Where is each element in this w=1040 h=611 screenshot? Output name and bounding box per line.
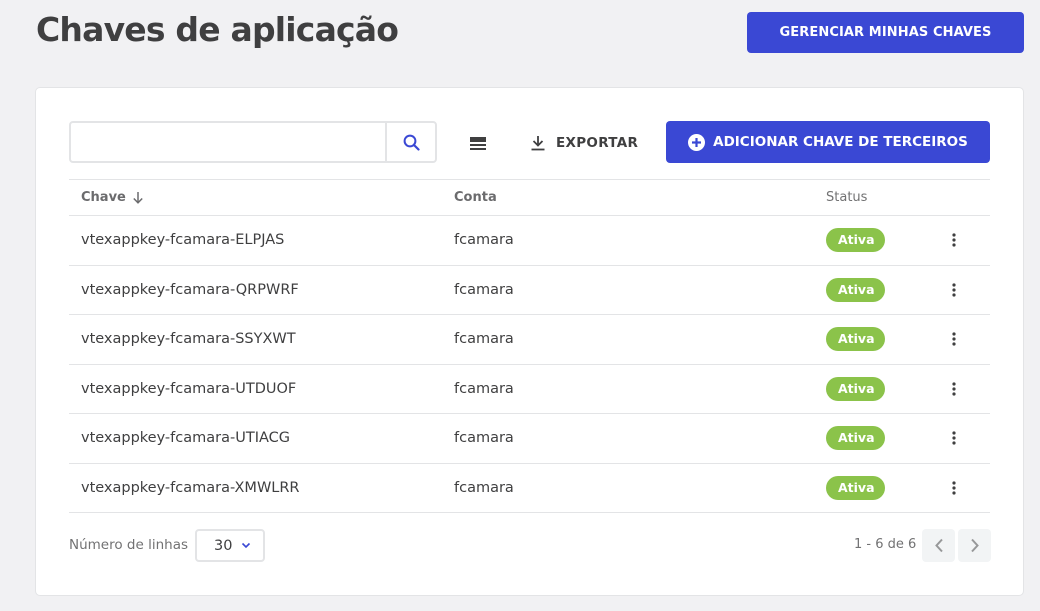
status-badge: Ativa [826,475,885,500]
search-button[interactable] [385,123,435,161]
export-label: EXPORTAR [556,135,639,151]
table-row[interactable]: vtexappkey-fcamara-UTIACG fcamara Ativa [69,414,990,464]
status-badge: Ativa [826,327,885,352]
pagination-info: 1 - 6 de 6 [854,537,917,552]
page-title: Chaves de aplicação [36,10,399,49]
row-actions [938,280,990,300]
table-row[interactable]: vtexappkey-fcamara-XMWLRR fcamara Ativa [69,464,990,513]
key-cell: vtexappkey-fcamara-QRPWRF [69,282,442,298]
download-icon [531,136,545,151]
chevron-down-icon [242,542,251,549]
kebab-icon [952,481,956,495]
arrow-down-icon [133,192,143,204]
kebab-icon [952,332,956,346]
chevron-left-icon [934,538,943,553]
table-header: Chave Conta Status [69,179,990,216]
key-cell: vtexappkey-fcamara-ELPJAS [69,232,442,248]
status-cell: Ativa [814,277,938,302]
status-cell: Ativa [814,376,938,401]
row-actions [938,379,990,399]
rows-per-page-select[interactable]: 30 [195,529,265,562]
kebab-icon [952,283,956,297]
column-header-account[interactable]: Conta [442,190,814,205]
search-icon [403,134,420,151]
manage-keys-button[interactable]: GERENCIAR MINHAS CHAVES [747,12,1024,53]
row-menu-button[interactable] [946,280,962,300]
status-badge: Ativa [826,426,885,451]
column-key-label: Chave [81,190,126,205]
key-cell: vtexappkey-fcamara-XMWLRR [69,480,442,496]
account-cell: fcamara [454,232,514,249]
key-name: vtexappkey-fcamara-UTIACG [81,430,290,447]
keys-card: EXPORTAR ADICIONAR CHAVE DE TERCEIROS Ch… [35,87,1024,596]
row-actions [938,478,990,498]
account-cell: fcamara [454,281,514,298]
key-cell: vtexappkey-fcamara-UTIACG [69,430,442,446]
table-row[interactable]: vtexappkey-fcamara-ELPJAS fcamara Ativa [69,216,990,266]
account-cell: fcamara [454,380,514,397]
status-badge: Ativa [826,277,885,302]
row-actions [938,329,990,349]
next-page-button[interactable] [958,529,991,562]
account-cell: fcamara [454,479,514,496]
account-cell: fcamara [454,430,514,447]
table-body: vtexappkey-fcamara-ELPJAS fcamara Ativa vte… [69,216,990,513]
previous-page-button[interactable] [922,529,955,562]
row-menu-button[interactable] [946,379,962,399]
key-name: vtexappkey-fcamara-UTDUOF [81,380,297,397]
status-badge: Ativa [826,228,885,253]
rows-per-page-label: Número de linhas [69,537,189,553]
row-actions [938,428,990,448]
kebab-icon [952,233,956,247]
column-header-status: Status [826,190,868,205]
status-cell: Ativa [814,327,938,352]
status-cell: Ativa [814,475,938,500]
kebab-icon [952,431,956,445]
key-name: vtexappkey-fcamara-SSYXWT [81,331,296,348]
row-menu-button[interactable] [946,329,962,349]
row-menu-button[interactable] [946,428,962,448]
table-row[interactable]: vtexappkey-fcamara-SSYXWT fcamara Ativa [69,315,990,365]
table-row[interactable]: vtexappkey-fcamara-QRPWRF fcamara Ativa [69,266,990,315]
status-cell: Ativa [814,228,938,253]
export-button[interactable]: EXPORTAR [530,132,638,154]
rows-per-page-value: 30 [214,537,233,554]
density-button[interactable] [466,133,490,153]
row-menu-button[interactable] [946,478,962,498]
search-box [69,121,437,163]
keys-table: Chave Conta Status vtexappkey-fcamara-EL… [69,179,990,513]
add-button-label: ADICIONAR CHAVE DE TERCEIROS [713,134,968,150]
table-row[interactable]: vtexappkey-fcamara-UTDUOF fcamara Ativa [69,365,990,414]
plus-circle-icon [688,133,706,151]
column-header-key[interactable]: Chave [69,190,442,205]
search-input[interactable] [71,123,385,161]
row-actions [938,230,990,250]
key-name: vtexappkey-fcamara-ELPJAS [81,232,285,249]
density-icon [470,137,486,150]
status-cell: Ativa [814,426,938,451]
key-name: vtexappkey-fcamara-XMWLRR [81,479,300,496]
kebab-icon [952,382,956,396]
add-third-party-key-button[interactable]: ADICIONAR CHAVE DE TERCEIROS [666,121,990,163]
status-badge: Ativa [826,376,885,401]
key-cell: vtexappkey-fcamara-SSYXWT [69,331,442,347]
key-name: vtexappkey-fcamara-QRPWRF [81,281,299,298]
chevron-right-icon [970,538,979,553]
key-cell: vtexappkey-fcamara-UTDUOF [69,381,442,397]
account-cell: fcamara [454,331,514,348]
row-menu-button[interactable] [946,230,962,250]
